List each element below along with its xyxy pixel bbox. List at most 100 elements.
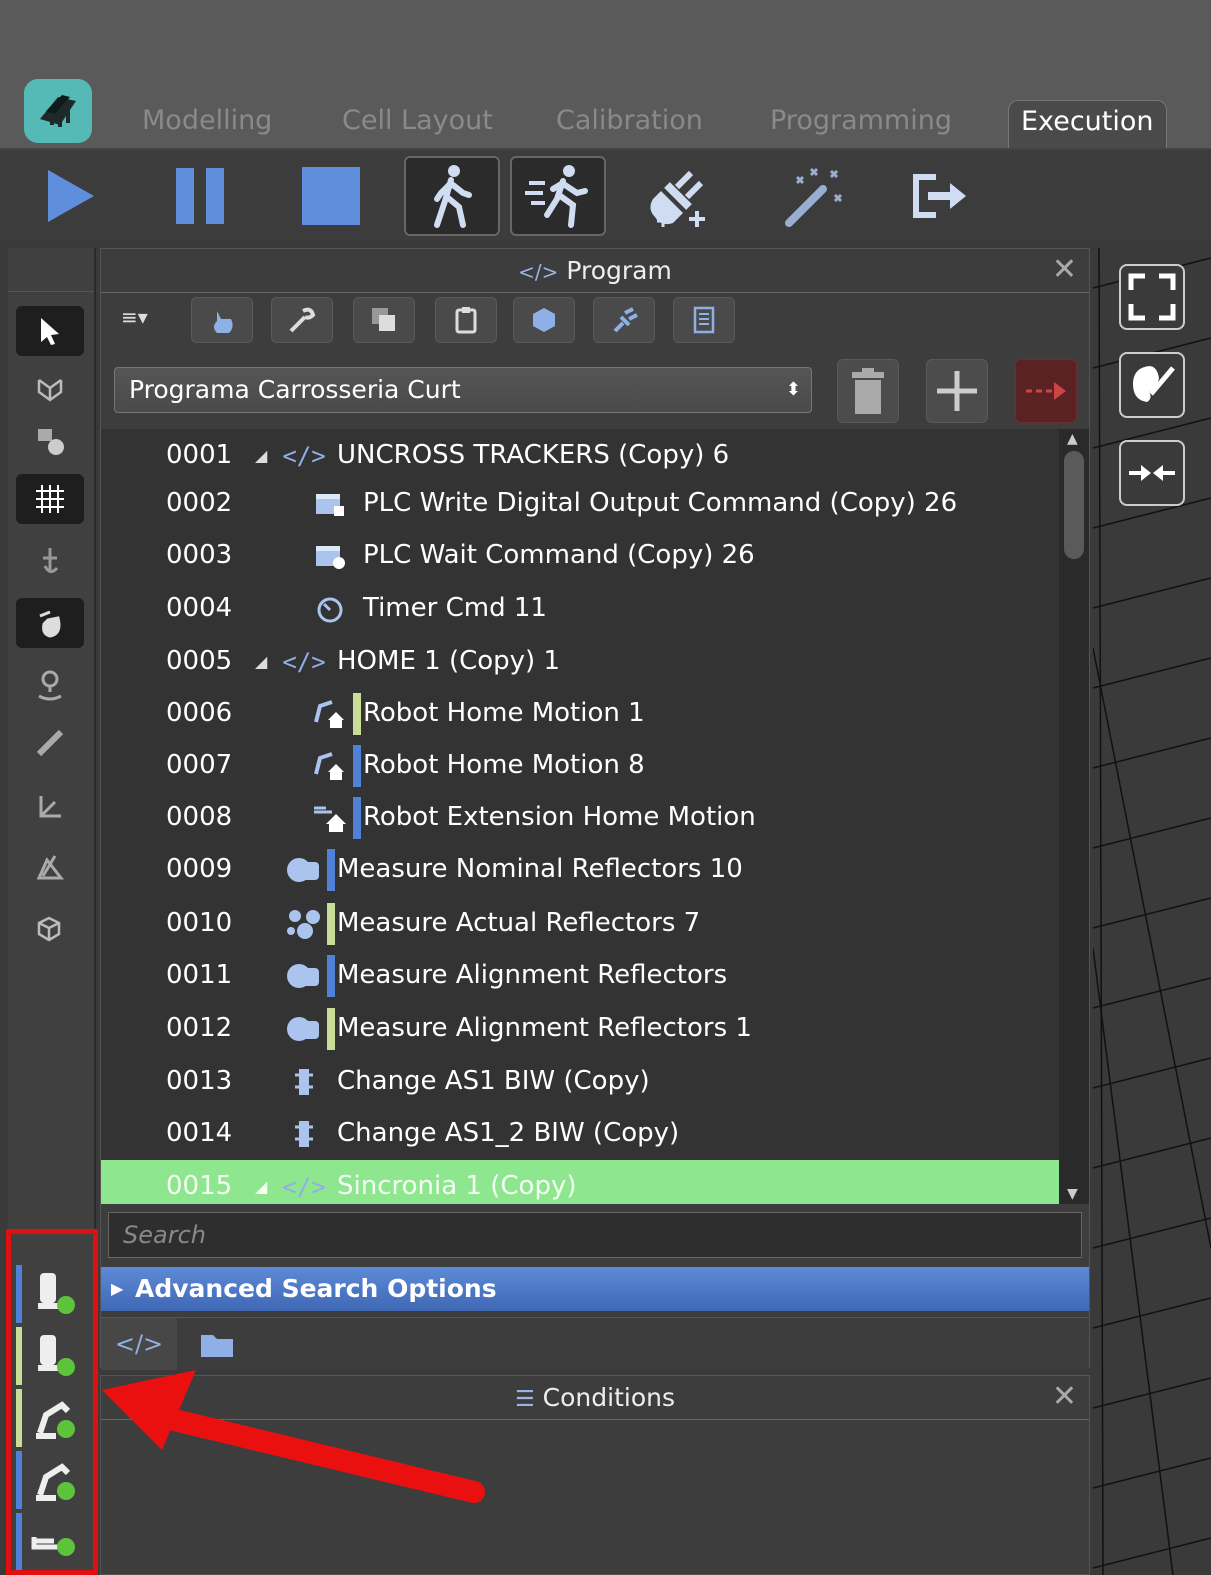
connect-device-button[interactable]	[630, 156, 726, 236]
app-logo[interactable]	[24, 79, 92, 143]
add-program-button[interactable]	[926, 359, 988, 423]
title-bar: Modelling Cell Layout Calibration Progra…	[0, 0, 1211, 148]
program-row[interactable]: 0013 Change AS1 BIW (Copy)	[101, 1055, 1059, 1108]
cube-icon	[533, 308, 555, 332]
panel-menu-button[interactable]: ≡▾	[121, 305, 148, 329]
code-icon: </>	[282, 648, 326, 676]
object-tool-button[interactable]	[16, 904, 84, 954]
program-row[interactable]: 0015 ◢ </> Sincronia 1 (Copy)	[101, 1160, 1059, 1204]
program-row[interactable]: 0011 Measure Alignment Reflectors	[101, 949, 1059, 1002]
row-label: Measure Alignment Reflectors 1	[337, 1013, 752, 1043]
annotation-highlight-box	[6, 1229, 98, 1575]
program-row[interactable]: 0001 ◢ </> UNCROSS TRACKERS (Copy) 6	[101, 429, 1059, 482]
row-number: 0005	[166, 646, 233, 676]
collapse-triangle-icon[interactable]: ◢	[255, 429, 267, 482]
program-tree: 0001 ◢ </> UNCROSS TRACKERS (Copy) 6 0002 PLC…	[101, 429, 1059, 1204]
run-mode-button[interactable]	[510, 156, 606, 236]
robot-home-icon	[311, 747, 349, 785]
copy-button[interactable]	[353, 297, 415, 343]
fullscreen-button[interactable]	[1119, 264, 1185, 330]
program-row[interactable]: 0010 Measure Actual Reflectors 7	[101, 897, 1059, 950]
row-number: 0014	[166, 1118, 233, 1148]
location-tool-button[interactable]	[16, 660, 84, 710]
collapse-triangle-icon[interactable]: ◢	[255, 635, 267, 688]
delete-program-button[interactable]	[837, 359, 899, 423]
program-selector[interactable]: Programa Carrosseria Curt ⬍	[114, 367, 812, 413]
part-icon	[38, 429, 64, 455]
program-row[interactable]: 0004 Timer Cmd 11	[101, 582, 1059, 635]
tab-program-code[interactable]: </>	[101, 1318, 177, 1370]
left-toolbar-header	[8, 248, 94, 292]
step-mode-button[interactable]	[404, 156, 500, 236]
viewport-area[interactable]	[1093, 248, 1211, 1575]
row-number: 0003	[166, 540, 233, 570]
program-row[interactable]: 0006 Robot Home Motion 1	[101, 687, 1059, 740]
walk-icon	[434, 165, 472, 228]
program-panel: </> Program ✕ ≡▾ Programa Carrosseria Cu…	[100, 248, 1090, 1370]
scroll-down-icon[interactable]: ▼	[1067, 1186, 1078, 1202]
advanced-search-toggle[interactable]: ▶ Advanced Search Options	[101, 1267, 1089, 1311]
program-row[interactable]: 0007 Robot Home Motion 8	[101, 739, 1059, 792]
tools-button[interactable]	[271, 297, 333, 343]
angle-tool-button[interactable]	[16, 842, 84, 892]
program-row[interactable]: 0003 PLC Wait Command (Copy) 26	[101, 529, 1059, 582]
list-icon: ☰	[514, 1387, 535, 1412]
frame-tool-button[interactable]	[16, 364, 84, 414]
program-bottom-tabs: </>	[101, 1317, 1089, 1370]
row-label: HOME 1 (Copy) 1	[337, 646, 560, 676]
code-icon: </>	[114, 1330, 164, 1358]
device-color-bar	[353, 693, 361, 735]
wizard-button[interactable]	[764, 156, 860, 236]
collapse-view-button[interactable]	[1119, 440, 1185, 506]
scroll-thumb[interactable]	[1064, 451, 1084, 559]
tab-programming[interactable]: Programming	[770, 100, 952, 148]
collapse-triangle-icon[interactable]: ◢	[255, 1160, 267, 1204]
measure-tool-button[interactable]	[16, 718, 84, 768]
exit-button[interactable]	[890, 156, 986, 236]
close-icon[interactable]: ✕	[1052, 251, 1077, 289]
teach-tool-button[interactable]	[16, 598, 84, 648]
tab-calibration[interactable]: Calibration	[556, 100, 703, 148]
play-button[interactable]	[22, 156, 118, 236]
tab-execution[interactable]: Execution	[1008, 100, 1167, 148]
program-row[interactable]: 0009 Measure Nominal Reflectors 10	[101, 843, 1059, 896]
program-scrollbar[interactable]: ▲ ▼	[1059, 429, 1089, 1204]
device-color-bar	[327, 903, 335, 945]
grid-tool-button[interactable]	[16, 474, 84, 524]
export-program-button[interactable]	[1015, 359, 1077, 423]
connection-button[interactable]	[593, 297, 655, 343]
program-row[interactable]: 0012 Measure Alignment Reflectors 1	[101, 1002, 1059, 1055]
list-button[interactable]	[673, 297, 735, 343]
wrench-icon	[289, 307, 316, 333]
app-logo-icon	[40, 95, 76, 127]
tracker-icon	[285, 1010, 323, 1048]
program-row[interactable]: 0008 Robot Extension Home Motion	[101, 791, 1059, 844]
teach-button[interactable]	[191, 297, 253, 343]
program-row[interactable]: 0014 Change AS1_2 BIW (Copy)	[101, 1107, 1059, 1160]
tab-folder[interactable]	[179, 1318, 255, 1370]
code-icon: </>	[282, 1173, 326, 1201]
device-color-bar	[353, 797, 361, 839]
tab-cell-layout[interactable]: Cell Layout	[342, 100, 493, 148]
run-icon	[525, 165, 588, 228]
pause-button[interactable]	[152, 156, 248, 236]
search-input[interactable]: Search	[108, 1212, 1082, 1258]
program-row[interactable]: 0002 PLC Write Digital Output Command (Co…	[101, 477, 1059, 530]
stop-button[interactable]	[283, 156, 379, 236]
appearance-button[interactable]	[1119, 352, 1185, 418]
object-button[interactable]	[513, 297, 575, 343]
move-tool-button[interactable]	[16, 536, 84, 586]
plus-icon	[937, 371, 977, 411]
program-row[interactable]: 0005 ◢ </> HOME 1 (Copy) 1	[101, 635, 1059, 688]
document-list-icon	[693, 306, 715, 334]
part-tool-button[interactable]	[16, 416, 84, 466]
select-tool-button[interactable]	[16, 306, 84, 356]
axes-tool-button[interactable]	[16, 782, 84, 832]
row-label: Robot Extension Home Motion	[363, 802, 756, 832]
palette-brush-icon	[1133, 366, 1175, 402]
program-panel-title: </> Program	[101, 249, 1089, 293]
close-icon[interactable]: ✕	[1052, 1378, 1077, 1416]
scroll-up-icon[interactable]: ▲	[1067, 431, 1078, 447]
tab-modelling[interactable]: Modelling	[142, 100, 272, 148]
paste-button[interactable]	[435, 297, 497, 343]
